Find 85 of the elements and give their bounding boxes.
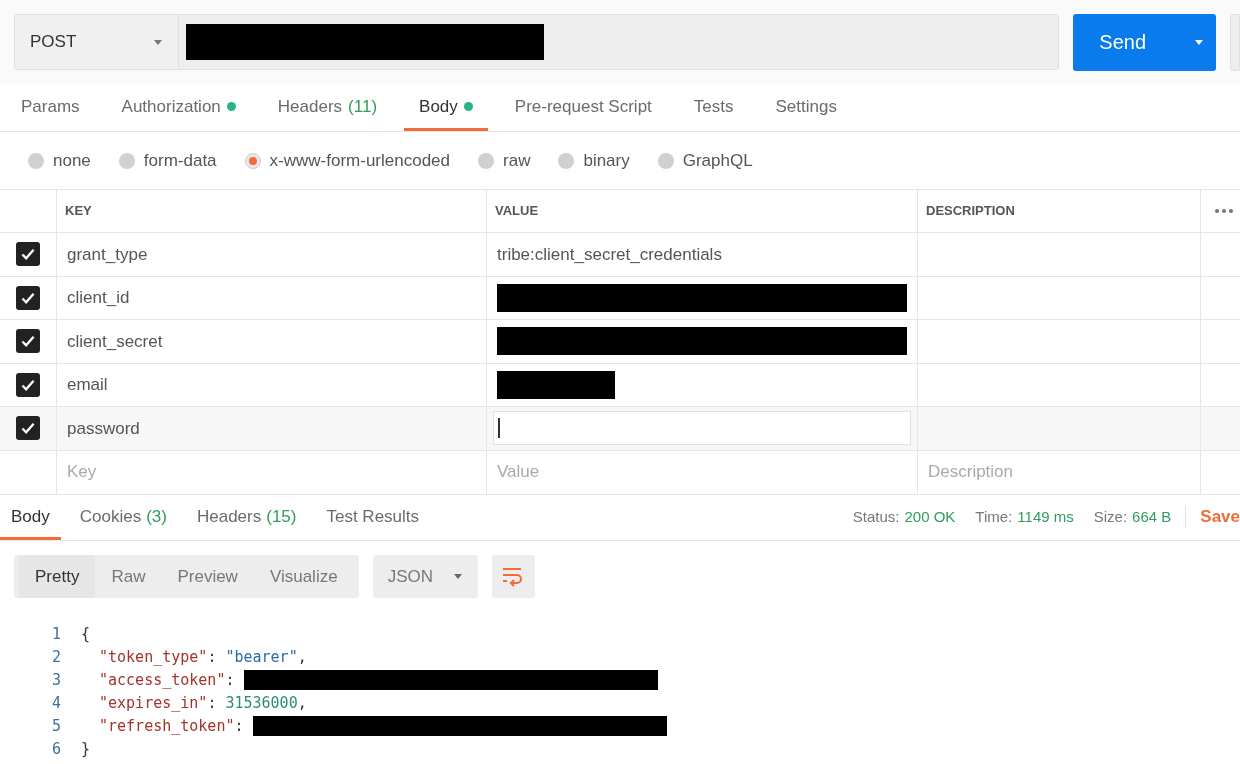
value-cell-text: tribe:client_secret_credentials xyxy=(497,243,722,266)
checkbox[interactable] xyxy=(16,242,40,267)
code-token: "access_token" xyxy=(99,669,226,691)
send-button[interactable]: Send xyxy=(1073,13,1216,71)
response-tab[interactable]: Test Results xyxy=(315,496,431,540)
checkbox[interactable] xyxy=(16,416,40,441)
request-tab[interactable]: Pre-request Script xyxy=(499,85,667,131)
code-token: "token_type" xyxy=(99,646,208,668)
code-token: : xyxy=(207,692,218,714)
caret-icon xyxy=(452,573,463,580)
view-mode-tab[interactable]: Pretty xyxy=(19,555,96,598)
request-tab[interactable]: Settings xyxy=(760,85,852,131)
more-icon xyxy=(1215,209,1233,213)
request-tab[interactable]: Tests xyxy=(678,85,749,131)
line-number: 3 xyxy=(50,669,61,691)
code-token: "expires_in" xyxy=(99,692,208,714)
request-tab[interactable]: Headers (11) xyxy=(262,85,393,131)
code-token: , xyxy=(297,692,307,714)
check-icon xyxy=(20,247,36,262)
request-tab[interactable]: Params xyxy=(6,85,95,131)
meta-label: Size: xyxy=(1093,506,1128,527)
column-header: KEY xyxy=(65,202,92,221)
check-icon xyxy=(20,421,36,436)
radio-option[interactable]: raw xyxy=(478,147,531,174)
radio-button[interactable] xyxy=(118,152,135,169)
code-token: { xyxy=(81,623,91,645)
code-token: : xyxy=(207,646,218,668)
meta-value: 200 OK xyxy=(904,506,956,527)
key-cell-text: password xyxy=(67,417,140,440)
text-cursor xyxy=(498,418,500,439)
radio-button[interactable] xyxy=(28,152,44,169)
line-number: 5 xyxy=(50,715,61,737)
code-token: : xyxy=(225,669,236,691)
caret-icon xyxy=(1194,38,1205,46)
key-cell-text: client_id xyxy=(67,287,130,309)
request-tab[interactable]: Body xyxy=(404,85,488,131)
code-token: "refresh_token" xyxy=(99,715,235,737)
radio-option[interactable]: form-data xyxy=(118,147,217,174)
check-icon xyxy=(20,334,36,349)
format-dropdown[interactable]: JSON xyxy=(372,555,478,598)
radio-button[interactable] xyxy=(657,152,674,169)
value-input[interactable] xyxy=(493,411,911,446)
radio-option[interactable]: x-www-form-urlencoded xyxy=(244,147,450,174)
code-token: 31536000 xyxy=(225,692,298,714)
column-header: DESCRIPTION xyxy=(926,202,1015,221)
input-field[interactable]: Key xyxy=(67,459,476,485)
line-number: 2 xyxy=(50,646,61,668)
key-cell-text: email xyxy=(67,374,108,396)
code-token: } xyxy=(81,738,91,760)
meta-label: Status: xyxy=(852,506,900,527)
radio-button[interactable] xyxy=(244,152,261,169)
check-icon xyxy=(20,290,36,305)
line-number: 4 xyxy=(50,692,61,714)
line-number: 6 xyxy=(50,738,61,760)
view-mode-tab[interactable]: Visualize xyxy=(253,555,354,598)
meta-value: 1149 ms xyxy=(1017,506,1074,527)
response-tab[interactable]: Headers (15) xyxy=(185,496,308,540)
radio-option[interactable]: GraphQL xyxy=(657,147,753,174)
radio-button[interactable] xyxy=(478,152,494,169)
check-icon xyxy=(20,377,36,392)
meta-label: Time: xyxy=(975,506,1013,527)
code-token: "bearer" xyxy=(225,646,298,668)
wrap-lines-icon xyxy=(502,566,525,587)
wrap-button[interactable] xyxy=(491,555,535,598)
key-cell-text: client_secret xyxy=(67,330,163,353)
radio-option[interactable]: binary xyxy=(558,147,630,174)
input-field[interactable]: Value xyxy=(497,459,907,485)
save-response-link[interactable]: Save xyxy=(1200,504,1240,530)
input-field[interactable]: Description xyxy=(928,459,1190,485)
key-cell-text: grant_type xyxy=(67,243,148,266)
checkbox[interactable] xyxy=(16,329,40,354)
response-tab[interactable]: Body xyxy=(0,496,61,540)
request-tab[interactable]: Authorization xyxy=(106,85,251,131)
checkbox[interactable] xyxy=(16,372,40,397)
meta-value: 664 B xyxy=(1132,506,1172,527)
column-header: VALUE xyxy=(495,202,539,221)
response-tab[interactable]: Cookies (3) xyxy=(68,496,178,540)
view-mode-tab[interactable]: Raw xyxy=(95,555,162,598)
radio-button[interactable] xyxy=(558,152,575,169)
radio-option[interactable]: none xyxy=(28,147,91,174)
line-number: 1 xyxy=(50,623,61,645)
view-mode-tab[interactable]: Preview xyxy=(161,555,254,598)
code-token: , xyxy=(297,646,307,668)
checkbox[interactable] xyxy=(16,285,40,310)
code-token: : xyxy=(234,715,245,737)
